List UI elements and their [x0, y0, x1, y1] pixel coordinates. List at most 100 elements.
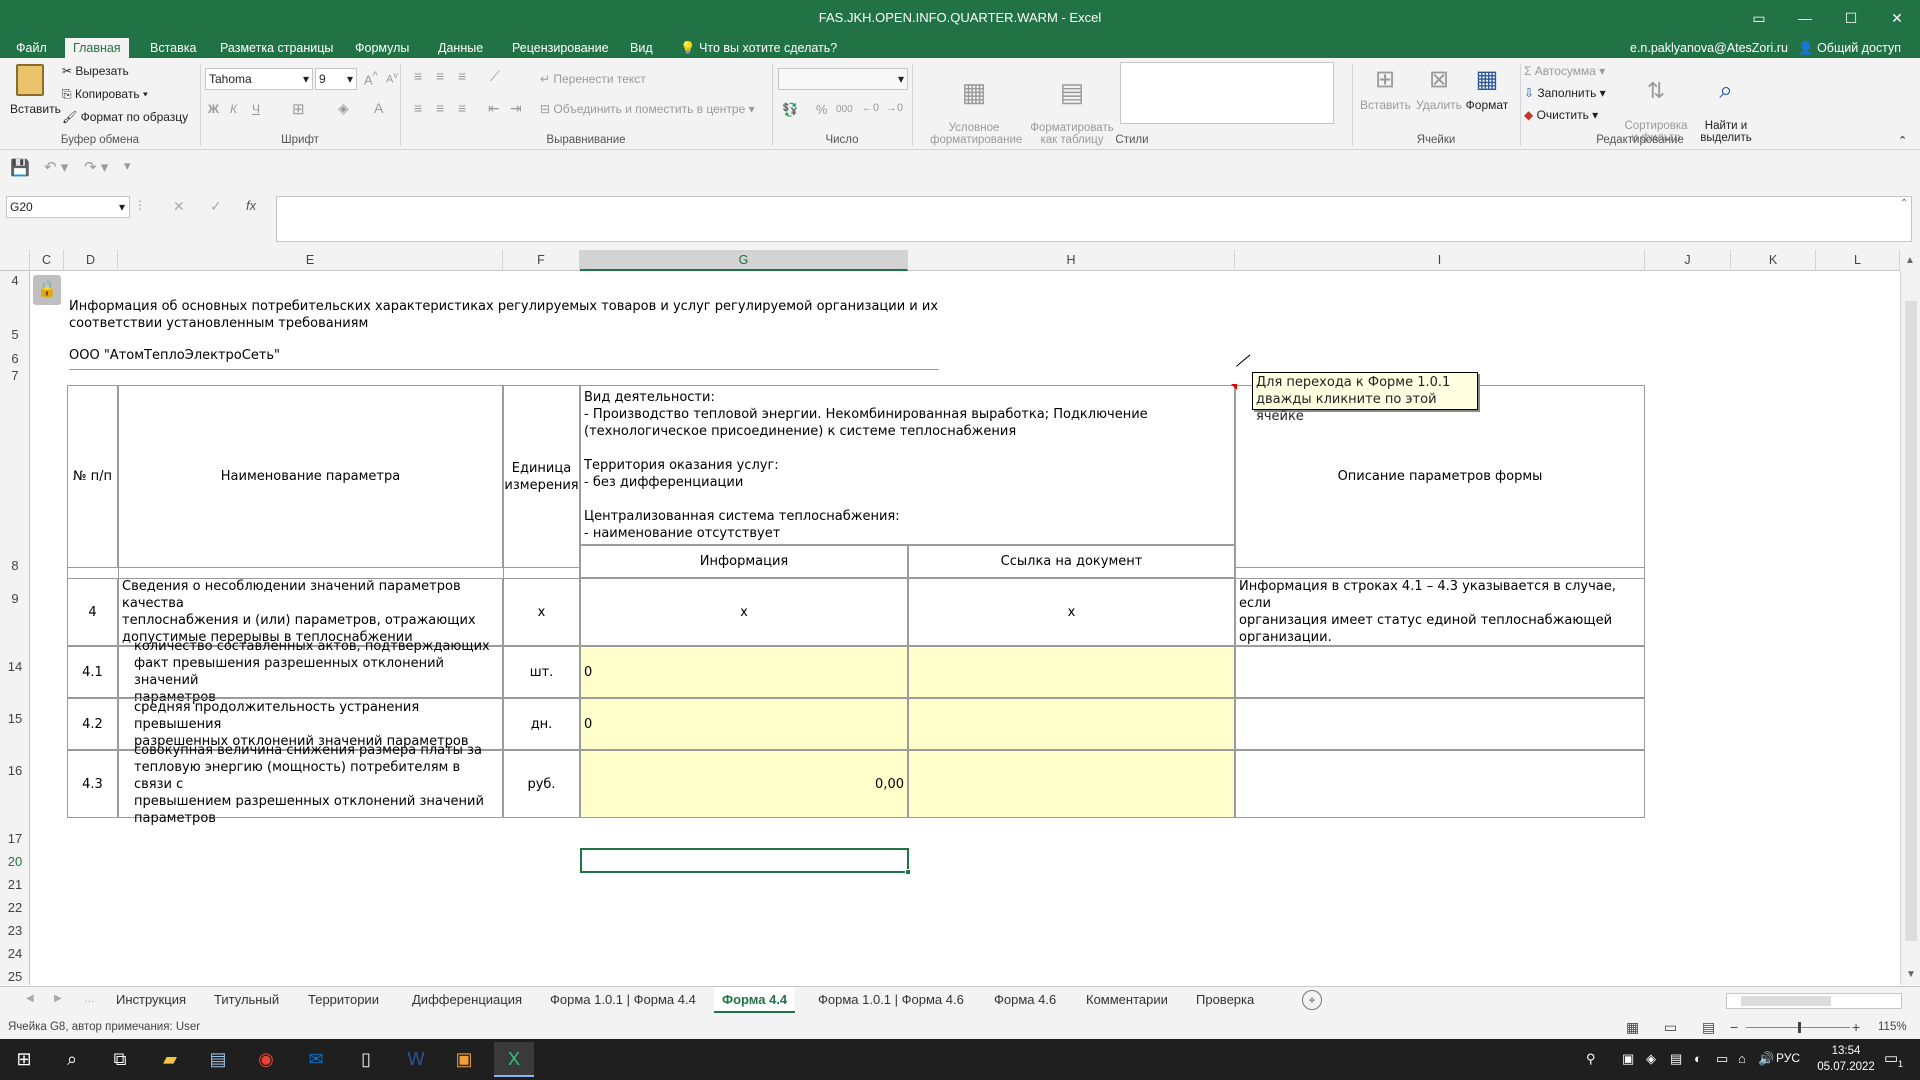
tab-view[interactable]: Вид: [622, 38, 661, 58]
fill-handle[interactable]: [905, 869, 911, 875]
share-button[interactable]: 👤 Общий доступ: [1790, 38, 1909, 58]
page-layout-view-icon[interactable]: ▭: [1664, 1019, 1677, 1036]
underline-button[interactable]: Ч: [252, 102, 260, 116]
scroll-down-icon[interactable]: ▼: [1901, 969, 1920, 980]
sheet-tab[interactable]: Форма 1.0.1 | Форма 4.4: [542, 987, 704, 1013]
column-header-c[interactable]: C: [30, 250, 64, 271]
row-header[interactable]: 9: [0, 591, 30, 607]
input-cell-link[interactable]: [908, 750, 1235, 818]
align-top-icon[interactable]: ≡: [414, 68, 422, 84]
name-box[interactable]: G20 ▾: [6, 196, 130, 218]
excel-icon[interactable]: X: [494, 1042, 534, 1077]
maximize-icon[interactable]: ☐: [1828, 0, 1874, 36]
task-view-icon[interactable]: ⧉: [100, 1042, 140, 1077]
sheet-tab[interactable]: Инструкция: [108, 987, 194, 1013]
language-indicator[interactable]: РУС: [1776, 1051, 1800, 1065]
people-icon[interactable]: ⚲: [1586, 1051, 1596, 1067]
input-cell-info[interactable]: 0: [580, 698, 908, 750]
table-cell-unit[interactable]: руб.: [503, 750, 580, 818]
notifications-icon[interactable]: ▭: [1884, 1049, 1898, 1067]
sheet-tab[interactable]: Дифференциация: [404, 987, 530, 1013]
row-header[interactable]: 14: [0, 659, 30, 675]
table-cell-unit[interactable]: дн.: [503, 698, 580, 750]
autosum-button[interactable]: Σ Автосумма ▾: [1524, 64, 1605, 78]
add-sheet-icon[interactable]: +: [1302, 990, 1322, 1010]
wrap-text-button[interactable]: ↵ Перенести текст: [540, 72, 646, 86]
app-icon[interactable]: ▣: [444, 1042, 484, 1077]
zoom-out-icon[interactable]: −: [1730, 1019, 1738, 1035]
windows-start-icon[interactable]: ⊞: [4, 1042, 44, 1077]
table-cell-link[interactable]: x: [908, 578, 1235, 646]
tab-file[interactable]: Файл: [8, 38, 55, 58]
fill-button[interactable]: ⇩ Заполнить ▾: [1524, 86, 1606, 100]
format-cells-button[interactable]: ▦ Формат: [1462, 62, 1512, 112]
row-header[interactable]: 20: [0, 854, 30, 870]
zoom-level[interactable]: 115%: [1878, 1021, 1907, 1033]
save-icon[interactable]: 💾: [10, 158, 30, 178]
tray-icon[interactable]: ▤: [1670, 1051, 1682, 1067]
tab-formulas[interactable]: Формулы: [347, 38, 417, 58]
row-header[interactable]: 8: [0, 558, 30, 574]
next-sheet-icon[interactable]: ▶: [54, 993, 62, 1004]
table-cell-name[interactable]: количество составленных актов, подтвержд…: [118, 639, 503, 705]
table-cell-num[interactable]: 4.3: [67, 750, 118, 818]
row-header[interactable]: 24: [0, 946, 30, 962]
clear-button[interactable]: ◆ Очистить ▾: [1524, 108, 1598, 122]
row-header[interactable]: 4: [0, 273, 30, 289]
fill-color-icon[interactable]: ◈: [338, 100, 349, 117]
select-all-corner[interactable]: [0, 250, 30, 271]
table-cell-unit[interactable]: x: [503, 578, 580, 646]
sheet-tab[interactable]: Титульный: [206, 987, 287, 1013]
table-cell-num[interactable]: 4.2: [67, 698, 118, 750]
scroll-up-icon[interactable]: ▲: [1900, 250, 1920, 271]
align-bottom-icon[interactable]: ≡: [458, 68, 466, 84]
sheet-tab[interactable]: Территории: [300, 987, 387, 1013]
copy-button[interactable]: ⎘ Копировать ▾: [62, 87, 148, 102]
column-header-g[interactable]: G: [580, 250, 908, 271]
tray-icon[interactable]: ◐: [1694, 1051, 1702, 1066]
tab-page-layout[interactable]: Разметка страницы: [212, 38, 341, 58]
page-break-view-icon[interactable]: ▤: [1702, 1019, 1715, 1036]
clock[interactable]: 13:54 05.07.2022: [1814, 1043, 1878, 1075]
cell-styles-gallery[interactable]: [1120, 62, 1334, 124]
formula-input[interactable]: [276, 196, 1912, 242]
scroll-thumb[interactable]: [1905, 301, 1917, 941]
zoom-slider[interactable]: [1746, 1022, 1850, 1033]
close-icon[interactable]: ✕: [1874, 0, 1920, 36]
sheet-tab[interactable]: Комментарии: [1078, 987, 1176, 1013]
cut-button[interactable]: ✂ Вырезать: [62, 64, 129, 78]
format-painter-button[interactable]: 🖌 Формат по образцу: [62, 110, 188, 124]
document-icon[interactable]: ▯: [346, 1042, 386, 1077]
row-header[interactable]: 6: [0, 351, 30, 367]
align-left-icon[interactable]: ≡: [414, 100, 422, 116]
input-cell-info[interactable]: 0,00: [580, 750, 908, 818]
insert-function-icon[interactable]: fx: [246, 198, 256, 213]
row-header[interactable]: 7: [0, 368, 30, 384]
worksheet[interactable]: 🔒 Информация об основных потребительских…: [30, 271, 1900, 985]
word-icon[interactable]: W: [396, 1042, 436, 1077]
table-cell-info[interactable]: x: [580, 578, 908, 646]
file-explorer-icon[interactable]: ▰: [150, 1042, 190, 1077]
font-size-select[interactable]: 9 ▾: [315, 68, 357, 90]
lock-icon[interactable]: 🔒: [33, 275, 61, 305]
sheet-tab[interactable]: Проверка: [1188, 987, 1262, 1013]
shrink-font-icon[interactable]: Av: [386, 70, 398, 86]
row-header[interactable]: 23: [0, 923, 30, 939]
redo-icon[interactable]: ↷ ▾: [84, 158, 108, 176]
table-cell-unit[interactable]: шт.: [503, 646, 580, 698]
tray-icon[interactable]: ◈: [1646, 1051, 1656, 1067]
table-cell-name[interactable]: совокупная величина снижения размера пла…: [118, 743, 503, 826]
tab-review[interactable]: Рецензирование: [504, 38, 617, 58]
user-account[interactable]: e.n.paklyanova@AtesZori.ru: [1622, 38, 1796, 58]
bold-button[interactable]: Ж: [208, 102, 219, 116]
table-cell-name[interactable]: Сведения о несоблюдении значений парамет…: [118, 578, 503, 646]
number-format-select[interactable]: ▾: [778, 68, 908, 90]
collapse-ribbon-icon[interactable]: ⌃: [1898, 134, 1907, 147]
decrease-indent-icon[interactable]: ⇤: [488, 100, 500, 117]
column-header-i[interactable]: I: [1235, 250, 1645, 271]
table-cell-description[interactable]: [1235, 698, 1645, 750]
row-header[interactable]: 5: [0, 327, 30, 343]
formula-bar-handle[interactable]: ⋮: [134, 198, 146, 212]
more-sheets-icon[interactable]: …: [84, 993, 95, 1005]
activity-info-cell[interactable]: Вид деятельности: - Производство теплово…: [580, 385, 1235, 545]
